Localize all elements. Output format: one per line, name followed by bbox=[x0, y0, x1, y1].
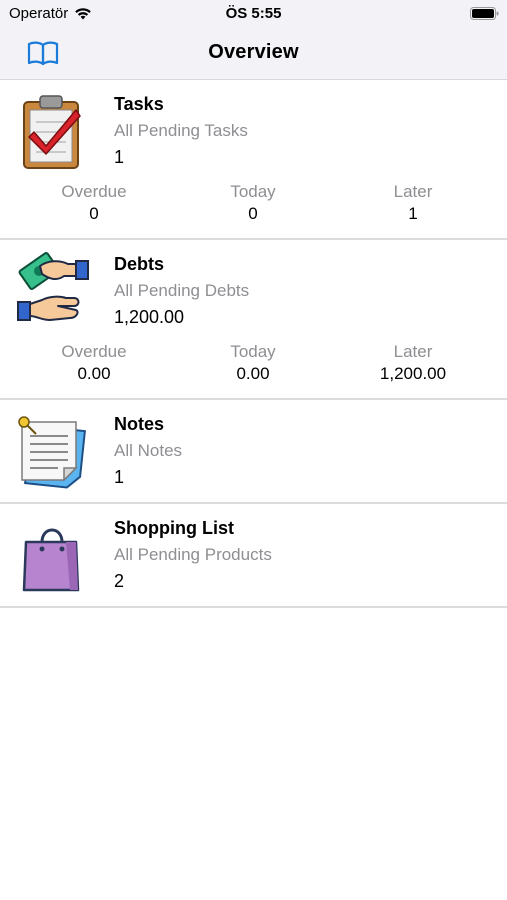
shopping-subtitle: All Pending Products bbox=[114, 545, 272, 564]
stat-value: 0 bbox=[89, 204, 99, 223]
money-exchange-icon bbox=[17, 252, 89, 321]
tasks-stat-later: Later 1 bbox=[333, 182, 493, 224]
page-title: Overview bbox=[208, 41, 299, 63]
notes-title: Notes bbox=[114, 414, 165, 434]
debts-stat-later: Later 1,200.00 bbox=[333, 342, 493, 384]
shopping-count: 2 bbox=[114, 571, 125, 591]
debts-stats: Overdue 0.00 Today 0.00 Later 1,200.00 bbox=[0, 342, 507, 390]
stat-label: Today bbox=[230, 182, 276, 201]
stat-label: Later bbox=[393, 182, 433, 201]
shopping-title: Shopping List bbox=[114, 518, 234, 538]
shopping-list-card[interactable]: Shopping List All Pending Products 2 bbox=[0, 504, 507, 608]
tasks-count: 1 bbox=[114, 147, 125, 167]
notes-icon bbox=[18, 416, 86, 489]
stat-value: 0.00 bbox=[236, 364, 270, 383]
stat-label: Overdue bbox=[61, 342, 127, 361]
navigation-bar: Overview bbox=[0, 28, 507, 80]
tasks-stat-overdue: Overdue 0 bbox=[14, 182, 174, 224]
tasks-stats: Overdue 0 Today 0 Later 1 bbox=[0, 182, 507, 230]
debts-card[interactable]: Debts All Pending Debts 1,200.00 Overdue… bbox=[0, 240, 507, 400]
notes-card[interactable]: Notes All Notes 1 bbox=[0, 400, 507, 504]
stat-value: 0 bbox=[248, 204, 258, 223]
tasks-subtitle: All Pending Tasks bbox=[114, 121, 248, 140]
stat-value: 1,200.00 bbox=[379, 364, 447, 383]
battery-icon bbox=[470, 7, 499, 20]
stat-label: Overdue bbox=[61, 182, 127, 201]
stat-value: 1 bbox=[408, 204, 418, 223]
debts-subtitle: All Pending Debts bbox=[114, 281, 250, 300]
shopping-bag-icon bbox=[22, 528, 80, 592]
debts-stat-overdue: Overdue 0.00 bbox=[14, 342, 174, 384]
status-time: ÖS 5:55 bbox=[225, 5, 282, 22]
stat-value: 0.00 bbox=[77, 364, 111, 383]
notes-subtitle: All Notes bbox=[114, 441, 183, 460]
stat-label: Today bbox=[230, 342, 276, 361]
clipboard-check-icon bbox=[23, 95, 81, 169]
overview-list: Tasks All Pending Tasks 1 Overdue 0 Toda… bbox=[0, 80, 507, 608]
stat-label: Later bbox=[393, 342, 433, 361]
tasks-stat-today: Today 0 bbox=[173, 182, 333, 224]
tasks-card[interactable]: Tasks All Pending Tasks 1 Overdue 0 Toda… bbox=[0, 80, 507, 240]
tasks-title: Tasks bbox=[114, 94, 164, 114]
status-bar: Operatör ÖS 5:55 bbox=[0, 0, 507, 28]
debts-stat-today: Today 0.00 bbox=[173, 342, 333, 384]
debts-title: Debts bbox=[114, 254, 165, 274]
notes-count: 1 bbox=[114, 467, 125, 487]
debts-count: 1,200.00 bbox=[114, 307, 185, 327]
